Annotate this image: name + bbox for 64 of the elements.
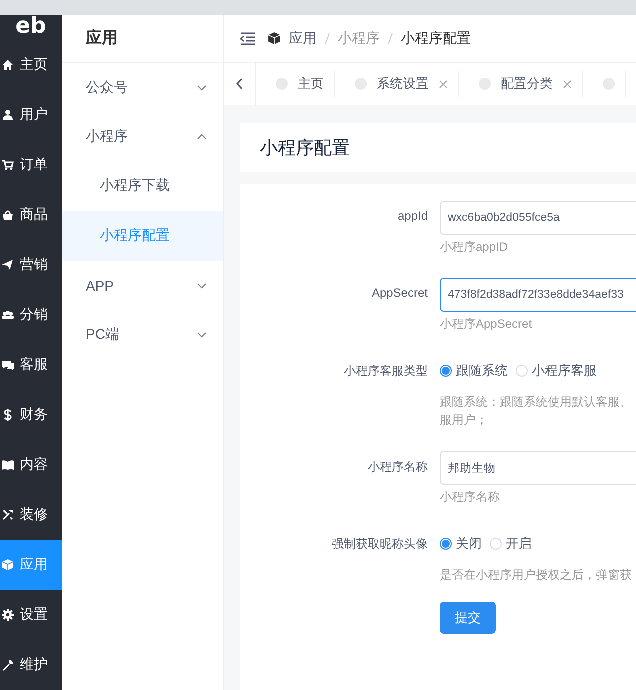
submenu-item[interactable]: PC端 <box>62 310 223 359</box>
field-label: 小程序名称 <box>367 459 428 476</box>
sidebar-item[interactable]: 内容 <box>0 440 62 490</box>
sidebar-item[interactable]: 商品 <box>0 190 62 240</box>
breadcrumb-item[interactable]: 应用 <box>289 30 317 48</box>
page-tab[interactable]: 主页 <box>256 71 335 97</box>
menu-fold-icon[interactable] <box>240 32 256 46</box>
radio-button[interactable] <box>440 538 452 550</box>
sidebar-item[interactable]: 主页 <box>0 40 62 90</box>
user-icon <box>2 109 14 121</box>
chat-icon <box>2 359 14 371</box>
radio-option[interactable]: 小程序客服 <box>516 362 597 380</box>
close-icon[interactable] <box>439 80 448 88</box>
cart-icon <box>2 159 14 171</box>
radio-option[interactable]: 关闭 <box>440 535 482 553</box>
field-label: AppSecret <box>370 285 428 302</box>
sidebar-item[interactable]: 客服 <box>0 340 62 390</box>
wrench-icon <box>2 659 14 671</box>
submenu-title: 应用 <box>62 15 223 63</box>
field-hint: 服用户； <box>440 412 489 429</box>
page-tab[interactable]: 系统设置 <box>335 71 459 97</box>
sidebar-item[interactable]: 设置 <box>0 590 62 640</box>
cube-icon <box>268 32 281 45</box>
home-icon <box>2 59 14 71</box>
field-hint: 小程序AppSecret <box>440 316 534 333</box>
basket-icon <box>2 209 14 221</box>
chevron-left-icon <box>236 78 244 90</box>
submenu-item[interactable]: 小程序 <box>62 112 223 161</box>
sidebar-item[interactable]: 维护 <box>0 640 62 690</box>
submenu-item[interactable]: 公众号 <box>62 63 223 112</box>
text-field[interactable]: 473f8f2d38adf72f33e8dde34aef33 <box>440 278 636 312</box>
logo: eb <box>14 12 48 40</box>
breadcrumb-separator-icon <box>388 32 393 44</box>
field-label: appId <box>396 208 428 225</box>
sidebar-item[interactable]: 营销 <box>0 240 62 290</box>
book-icon <box>2 459 14 471</box>
page-tab[interactable]: 配置分类 <box>459 71 583 97</box>
field-label: 小程序客服类型 <box>343 363 428 380</box>
sidebar-item[interactable]: 财务 <box>0 390 62 440</box>
field-hint: 小程序appID <box>440 239 510 256</box>
paper-plane-icon <box>2 259 14 271</box>
text-field[interactable]: 邦助生物 <box>440 451 636 485</box>
cube-icon <box>2 559 14 571</box>
field-hint: 跟随系统：跟随系统使用默认客服、 <box>440 394 633 411</box>
breadcrumb-separator-icon <box>325 32 330 44</box>
sidebar-item[interactable]: 订单 <box>0 140 62 190</box>
field-label: 强制获取昵称头像 <box>331 536 428 553</box>
people-icon <box>2 309 14 321</box>
submenu-item[interactable]: APP <box>62 261 223 310</box>
sidebar-item[interactable]: 分销 <box>0 290 62 340</box>
breadcrumb-item[interactable]: 小程序配置 <box>401 30 471 48</box>
dollar-icon <box>2 409 14 421</box>
close-icon[interactable] <box>563 80 572 88</box>
radio-button[interactable] <box>440 365 452 377</box>
page-title: 小程序配置 <box>240 123 636 172</box>
sidebar-item[interactable]: 装修 <box>0 490 62 540</box>
field-hint: 是否在小程序用户授权之后，弹窗获 <box>440 567 633 584</box>
sidebar-item[interactable]: 用户 <box>0 90 62 140</box>
radio-option[interactable]: 开启 <box>490 535 532 553</box>
radio-option[interactable]: 跟随系统 <box>440 362 508 380</box>
text-field[interactable]: wxc6ba0b2d055fce5a <box>440 201 636 235</box>
field-hint: 小程序名称 <box>440 489 501 506</box>
submenu-subitem[interactable]: 小程序下载 <box>62 161 223 211</box>
tools-icon <box>2 509 14 521</box>
